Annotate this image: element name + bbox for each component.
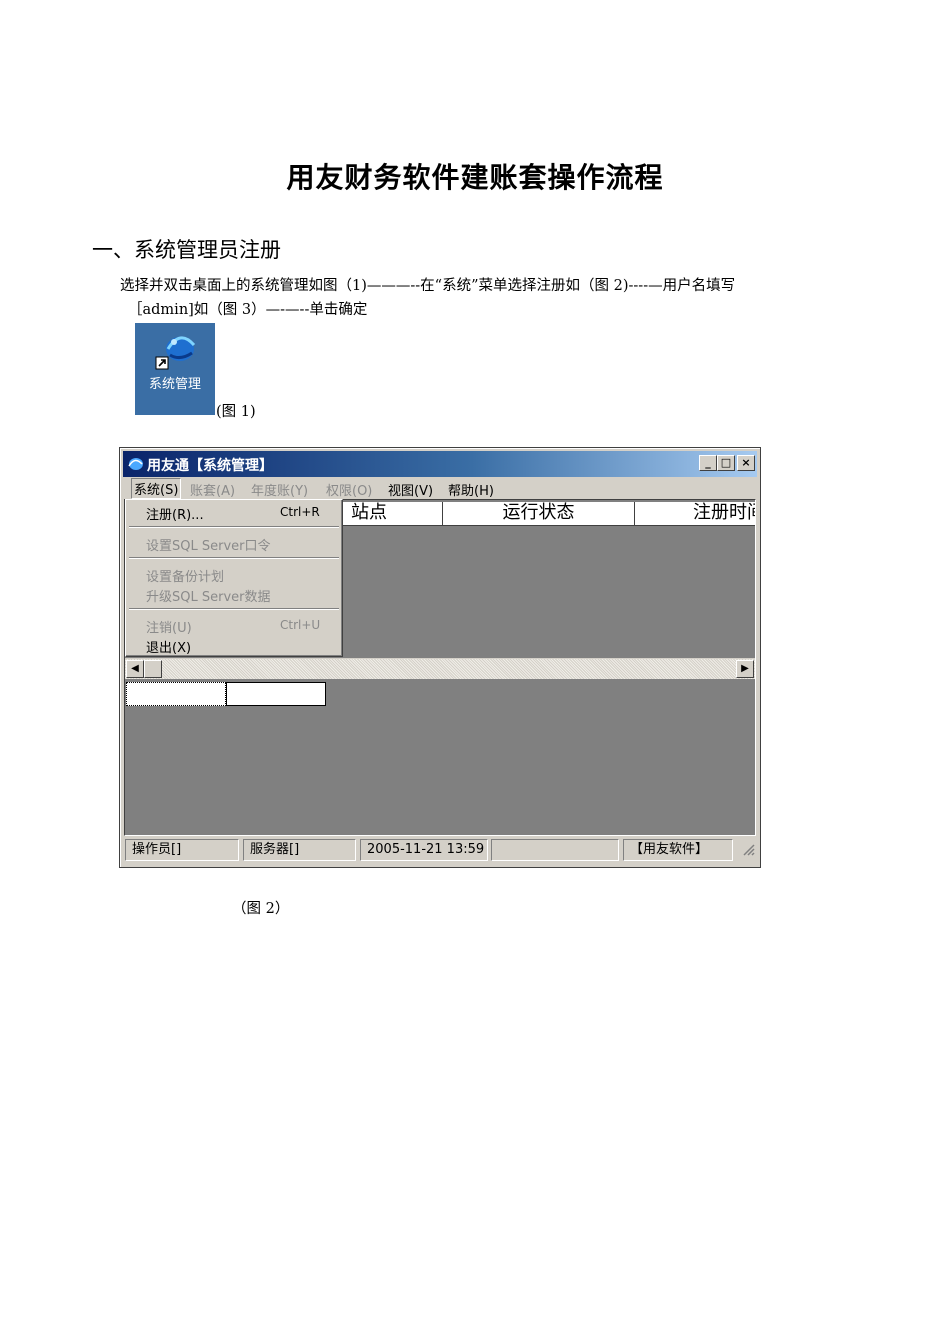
section-heading: 一、系统管理员注册	[92, 238, 281, 262]
figure-2-caption: （图 2）	[232, 901, 290, 917]
paragraph-line-1: 选择并双击桌面上的系统管理如图（1)———--在“系统”菜单选择注册如（图 2)…	[120, 278, 736, 294]
window-title: 用友通【系统管理】	[147, 458, 273, 474]
list-cell[interactable]	[226, 682, 326, 706]
shortcut-logout: Ctrl+U	[280, 618, 321, 632]
close-button[interactable]: ×	[737, 455, 755, 471]
menu-item-logout[interactable]: 注销(U)	[146, 617, 192, 636]
menu-view[interactable]: 视图(V)	[388, 480, 433, 499]
instruction-paragraph: 选择并双击桌面上的系统管理如图（1)———--在“系统”菜单选择注册如（图 2)…	[120, 274, 880, 322]
shortcut-label: 系统管理	[148, 377, 201, 392]
system-management-window: 用友通【系统管理】 _ □ × 系统(S) 账套(A) 年度账(Y) 权限(O)…	[119, 447, 761, 868]
menu-annual-account[interactable]: 年度账(Y)	[251, 480, 308, 499]
status-datetime: 2005-11-21 13:59	[360, 839, 488, 861]
list-cell-selected[interactable]	[126, 682, 226, 706]
status-empty	[491, 839, 619, 861]
menu-bar: 系统(S) 账套(A) 年度账(Y) 权限(O) 视图(V) 帮助(H)	[123, 477, 757, 499]
resize-grip-icon[interactable]	[741, 842, 755, 860]
paragraph-line-2: ［admin]如（图 3）—-—--单击确定	[128, 302, 368, 318]
system-menu-dropdown: 注册(R)... Ctrl+R 设置SQL Server口令 设置备份计划 升级…	[125, 499, 343, 657]
figure-1-caption: (图 1)	[216, 404, 256, 420]
scroll-right-icon[interactable]: ▶	[736, 660, 754, 678]
status-server: 服务器[]	[243, 839, 356, 861]
menu-help[interactable]: 帮助(H)	[448, 480, 494, 499]
menu-account-set[interactable]: 账套(A)	[190, 480, 235, 499]
minimize-button[interactable]: _	[699, 455, 717, 471]
menu-item-exit[interactable]: 退出(X)	[146, 637, 191, 656]
system-management-icon	[154, 331, 198, 375]
menu-item-set-sql-password[interactable]: 设置SQL Server口令	[146, 535, 271, 554]
column-header-site[interactable]: 站点	[343, 502, 443, 526]
window-titlebar[interactable]: 用友通【系统管理】 _ □ ×	[123, 451, 757, 477]
scroll-thumb[interactable]	[144, 660, 162, 678]
status-brand: 【用友软件】	[623, 839, 733, 861]
column-header-status[interactable]: 运行状态	[443, 502, 635, 526]
column-header-register-time[interactable]: 注册时间	[635, 502, 755, 526]
menu-system[interactable]: 系统(S)	[131, 478, 182, 499]
menu-separator	[129, 557, 339, 559]
menu-item-upgrade-sql-data[interactable]: 升级SQL Server数据	[146, 586, 271, 605]
menu-separator	[129, 608, 339, 610]
horizontal-scrollbar[interactable]: ◀ ▶	[125, 658, 755, 679]
menu-item-backup-plan[interactable]: 设置备份计划	[146, 566, 224, 585]
scroll-left-icon[interactable]: ◀	[126, 660, 144, 678]
document-title: 用友财务软件建账套操作流程	[286, 161, 664, 194]
menu-item-register[interactable]: 注册(R)...	[146, 504, 204, 523]
status-operator: 操作员[]	[125, 839, 239, 861]
shortcut-register: Ctrl+R	[280, 505, 320, 519]
menu-separator	[129, 526, 339, 528]
app-icon	[126, 456, 144, 476]
maximize-button[interactable]: □	[717, 455, 735, 471]
status-bar: 操作员[] 服务器[] 2005-11-21 13:59 【用友软件】	[123, 838, 757, 862]
menu-permission[interactable]: 权限(O)	[326, 480, 372, 499]
system-management-shortcut[interactable]: 系统管理	[135, 323, 215, 415]
